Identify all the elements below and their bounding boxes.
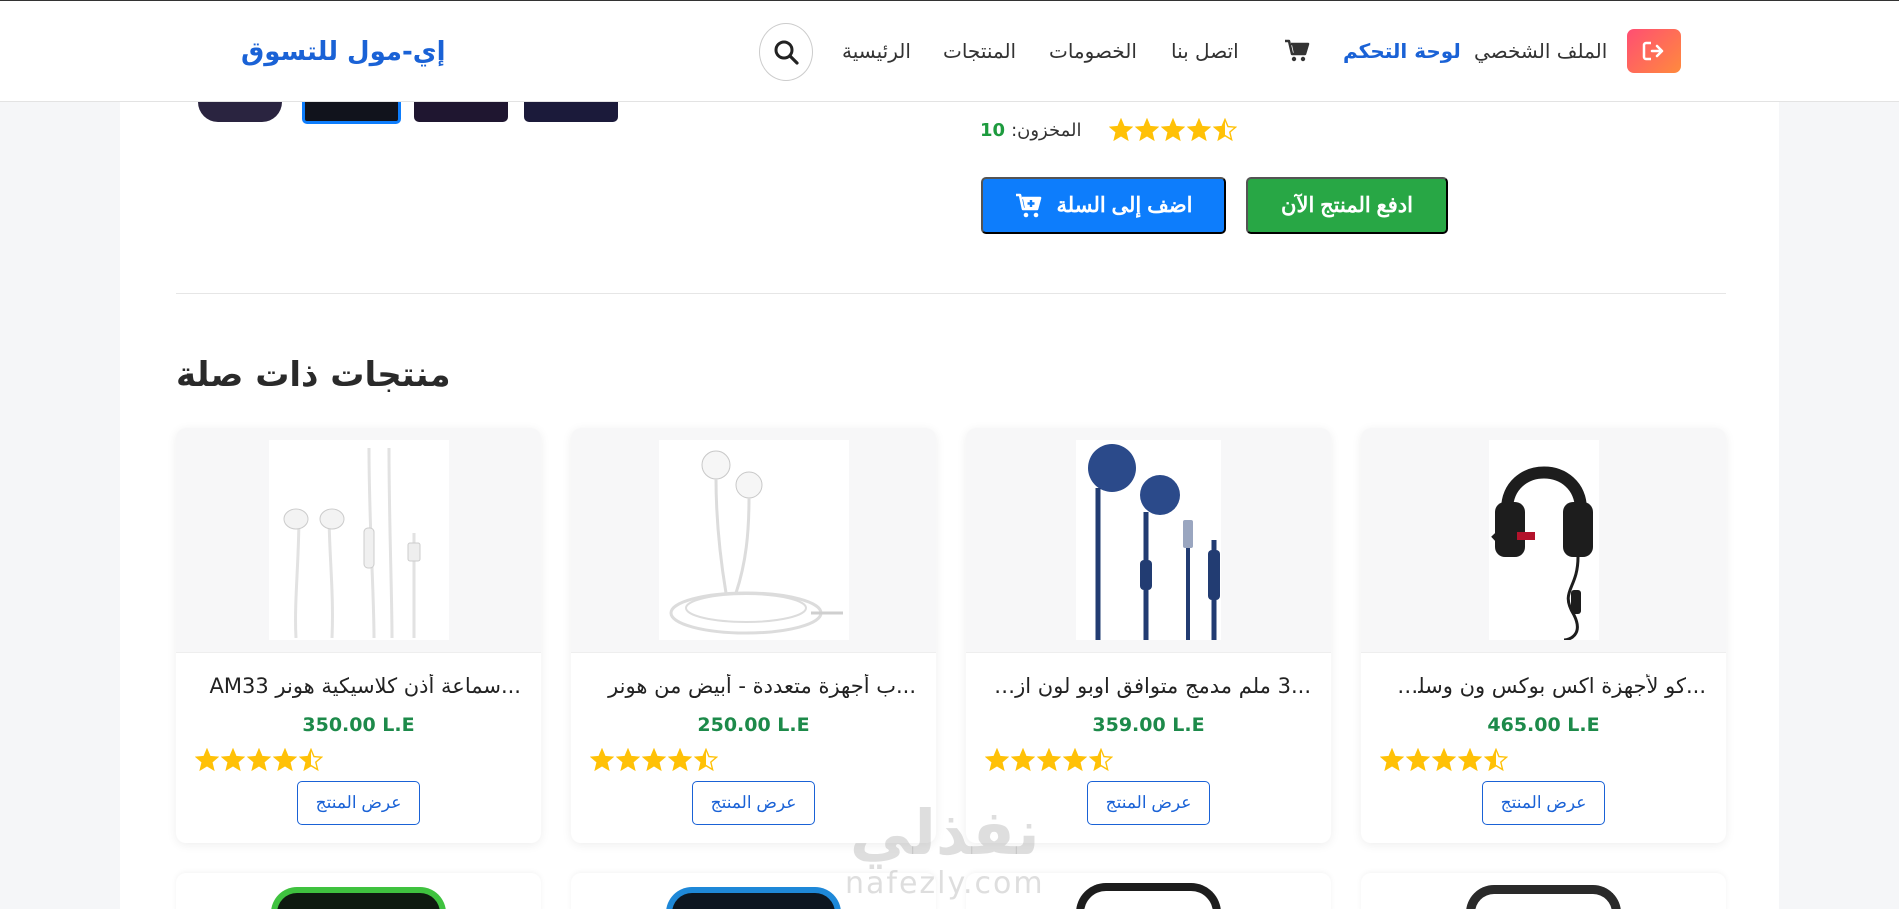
product-title[interactable]: ...ب أجهزة متعددة - أبيض من هونر — [596, 674, 916, 698]
product-card[interactable]: ...سماعة أذن كلاسيكية هونر AM33 350.00 L… — [176, 428, 541, 843]
pay-now-label: ادفع المنتج الآن — [1281, 194, 1413, 217]
star-full-icon — [247, 748, 271, 772]
star-full-icon — [195, 748, 219, 772]
product-card-partial[interactable] — [966, 873, 1331, 909]
star-full-icon — [1161, 118, 1186, 142]
nav-discounts[interactable]: الخصومات — [1049, 39, 1137, 63]
product-image[interactable] — [1361, 428, 1726, 653]
star-full-icon — [1037, 748, 1061, 772]
pay-now-button[interactable]: ادفع المنتج الآن — [1246, 177, 1448, 234]
star-full-icon — [1011, 748, 1035, 772]
star-full-icon — [616, 748, 640, 772]
search-button[interactable] — [759, 23, 813, 81]
product-card[interactable]: ...3 ملم مدمج متوافق اوبو لون ازرق 359.0… — [966, 428, 1331, 843]
thumbnail-4[interactable] — [524, 102, 618, 122]
cart-icon[interactable] — [1284, 39, 1310, 63]
product-price: 359.00 L.E — [1092, 714, 1205, 736]
earphones-image-icon — [1088, 444, 1220, 640]
product-card[interactable]: ...كو لأجهزة اكس بوكس ون وسلسلة 465.00 L… — [1361, 428, 1726, 843]
product-rating-stars — [1109, 118, 1238, 142]
stock-label: المخزون: — [1011, 119, 1082, 141]
star-full-icon — [590, 748, 614, 772]
add-to-cart-button[interactable]: اضف إلى السلة — [981, 177, 1226, 234]
nav-contact[interactable]: اتصل بنا — [1171, 39, 1239, 63]
star-full-icon — [273, 748, 297, 772]
product-price: 350.00 L.E — [302, 714, 415, 736]
product-image — [271, 887, 446, 909]
cart-plus-icon — [1015, 193, 1041, 217]
star-full-icon — [1458, 748, 1482, 772]
star-half-icon — [1089, 748, 1113, 772]
product-image — [1076, 883, 1221, 909]
section-divider — [176, 293, 1726, 294]
star-half-icon — [299, 748, 323, 772]
product-title[interactable]: ...كو لأجهزة اكس بوكس ون وسلسلة — [1386, 674, 1706, 698]
star-half-icon — [1213, 118, 1238, 142]
product-rating-stars — [195, 748, 323, 772]
thumbnail-3[interactable] — [414, 102, 508, 122]
brand-logo[interactable]: إي-مول للتسوق — [241, 37, 446, 67]
star-full-icon — [1380, 748, 1404, 772]
product-card-partial[interactable] — [176, 873, 541, 909]
product-image[interactable] — [176, 428, 541, 653]
related-products-title: منتجات ذات صلة — [176, 355, 451, 395]
product-rating-stars — [985, 748, 1113, 772]
earphones-image-icon — [283, 447, 420, 638]
logout-button[interactable] — [1627, 29, 1681, 73]
view-product-button[interactable]: عرض المنتج — [1087, 781, 1210, 825]
logout-icon — [1642, 41, 1664, 61]
product-rating-stock: المخزون: 10 — [980, 118, 1238, 142]
product-title[interactable]: ...سماعة أذن كلاسيكية هونر AM33 — [201, 674, 522, 698]
view-product-button[interactable]: عرض المنتج — [1482, 781, 1605, 825]
thumbnail-1[interactable] — [198, 102, 282, 122]
search-icon — [774, 40, 799, 65]
product-card[interactable]: ...ب أجهزة متعددة - أبيض من هونر 250.00 … — [571, 428, 936, 843]
star-full-icon — [1406, 748, 1430, 772]
product-image — [1466, 885, 1621, 909]
product-card-partial[interactable] — [1361, 873, 1726, 909]
product-rating-stars — [1380, 748, 1508, 772]
view-product-button[interactable]: عرض المنتج — [692, 781, 815, 825]
product-card-partial[interactable] — [571, 873, 936, 909]
product-price: 465.00 L.E — [1487, 714, 1600, 736]
star-full-icon — [668, 748, 692, 772]
product-image — [666, 887, 841, 909]
stock-value: 10 — [980, 119, 1006, 141]
star-full-icon — [1432, 748, 1456, 772]
earphones-image-icon — [669, 450, 843, 634]
product-image[interactable] — [966, 428, 1331, 653]
view-product-button[interactable]: عرض المنتج — [297, 781, 420, 825]
star-full-icon — [1187, 118, 1212, 142]
nav-home[interactable]: الرئيسية — [842, 39, 911, 63]
star-half-icon — [1484, 748, 1508, 772]
star-half-icon — [694, 748, 718, 772]
nav-products[interactable]: المنتجات — [943, 39, 1016, 63]
product-rating-stars — [590, 748, 718, 772]
nav-dashboard[interactable]: لوحة التحكم — [1343, 39, 1461, 63]
product-image[interactable] — [571, 428, 936, 653]
star-full-icon — [221, 748, 245, 772]
add-to-cart-label: اضف إلى السلة — [1056, 194, 1193, 217]
nav-profile[interactable]: الملف الشخصي — [1474, 39, 1607, 63]
star-full-icon — [985, 748, 1009, 772]
star-full-icon — [1135, 118, 1160, 142]
star-full-icon — [642, 748, 666, 772]
top-navbar: الملف الشخصي لوحة التحكم اتصل بنا الخصوم… — [0, 0, 1899, 102]
thumbnail-2-selected[interactable] — [302, 102, 401, 124]
product-price: 250.00 L.E — [697, 714, 810, 736]
product-title[interactable]: ...3 ملم مدمج متوافق اوبو لون ازرق — [991, 674, 1311, 698]
star-full-icon — [1063, 748, 1087, 772]
star-full-icon — [1109, 118, 1134, 142]
headset-image-icon — [1490, 466, 1593, 640]
